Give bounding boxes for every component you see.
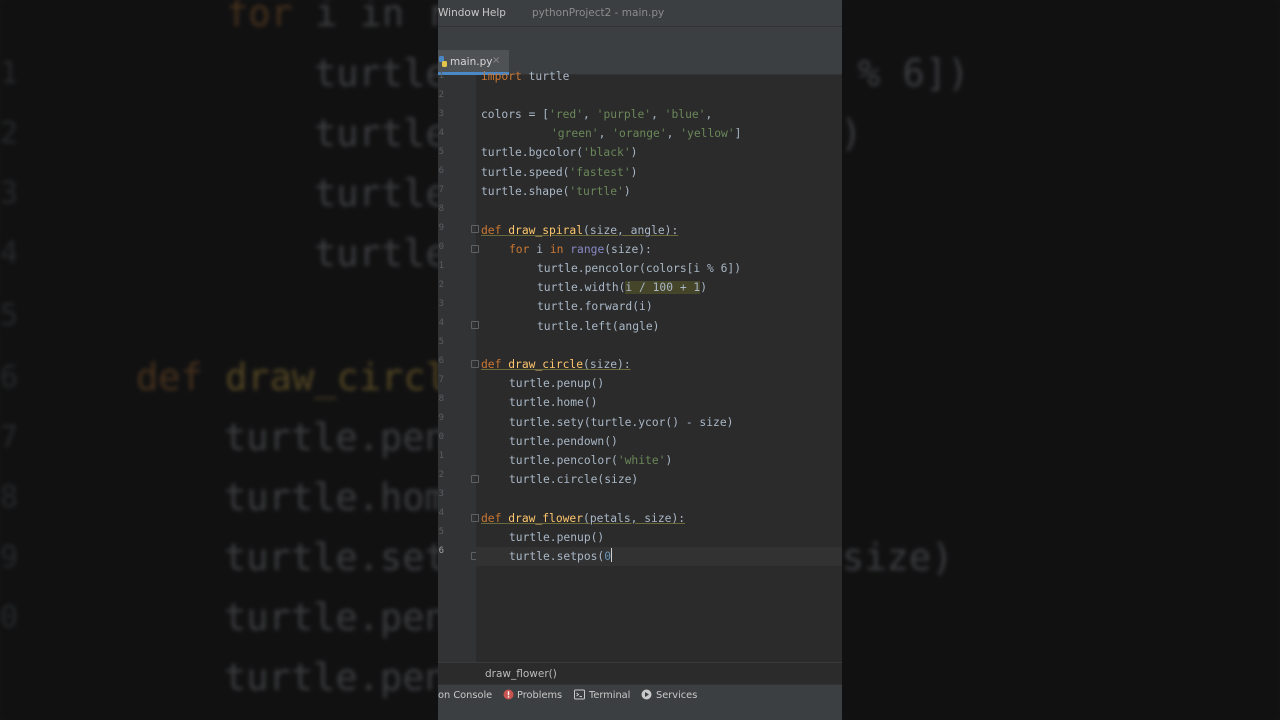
- code-line: turtle.pencolor('white'): [509, 454, 673, 467]
- code-line: colors = ['red', 'purple', 'blue',: [481, 108, 713, 121]
- code-line: turtle.penup(): [509, 377, 605, 390]
- code-line: import turtle: [481, 70, 570, 83]
- code-line: turtle.sety(turtle.ycor() - size): [509, 416, 734, 429]
- line-number: 9: [438, 413, 444, 423]
- line-number: 7: [438, 185, 444, 195]
- tool-window-bar: on Console Problems Terminal Services: [438, 684, 842, 720]
- line-gutter: 1 2 3 4 5 6 7 8 9 0 1 2 3 4 5 6 7 8 9 0 …: [438, 71, 479, 662]
- line-number: 5: [438, 147, 444, 157]
- services-tab[interactable]: Services: [656, 690, 697, 701]
- code-line: def draw_circle(size):: [481, 358, 631, 371]
- breadcrumb[interactable]: draw_flower(): [438, 662, 842, 684]
- line-number: 3: [438, 489, 444, 499]
- line-number: 8: [438, 394, 444, 404]
- line-number: 2: [438, 470, 444, 480]
- line-number: 3: [438, 109, 444, 119]
- menu-window[interactable]: Window: [438, 7, 479, 19]
- code-line: turtle.width(i / 100 + 1): [537, 281, 708, 294]
- line-number: 4: [438, 508, 444, 518]
- fold-marker[interactable]: [471, 475, 479, 483]
- code-line: turtle.left(angle): [537, 320, 660, 333]
- line-number: 0: [438, 242, 444, 252]
- code-editor[interactable]: 1 2 3 4 5 6 7 8 9 0 1 2 3 4 5 6 7 8 9 0 …: [438, 70, 842, 662]
- line-number: 5: [438, 527, 444, 537]
- terminal-icon: [574, 689, 585, 700]
- line-number: 0: [438, 432, 444, 442]
- code-line: turtle.pendown(): [509, 435, 618, 448]
- line-number: 8: [438, 204, 444, 214]
- menu-bar: Window Help pythonProject2 - main.py: [438, 0, 842, 26]
- python-file-icon: [439, 56, 447, 67]
- line-number: 1: [438, 451, 444, 461]
- line-number: 4: [438, 128, 444, 138]
- code-line-current: turtle.setpos(0: [509, 548, 613, 563]
- menu-help[interactable]: Help: [482, 7, 506, 19]
- fold-marker[interactable]: [471, 321, 479, 329]
- tab-close-icon[interactable]: ×: [492, 55, 500, 66]
- code-line: turtle.speed('fastest'): [481, 166, 638, 179]
- line-number: 2: [438, 280, 444, 290]
- code-line: def draw_flower(petals, size):: [481, 512, 686, 525]
- terminal-tab[interactable]: Terminal: [589, 690, 630, 701]
- ide-window: Window Help pythonProject2 - main.py mai…: [438, 0, 842, 720]
- code-line: def draw_spiral(size, angle):: [481, 224, 679, 237]
- line-number: 4: [438, 318, 444, 328]
- python-console-tab[interactable]: on Console: [438, 690, 492, 701]
- code-line: 'green', 'orange', 'yellow']: [551, 127, 742, 140]
- window-title: pythonProject2 - main.py: [532, 7, 665, 19]
- code-line: turtle.bgcolor('black'): [481, 146, 638, 159]
- services-icon: [641, 689, 652, 700]
- code-line: turtle.pencolor(colors[i % 6]): [537, 262, 742, 275]
- code-line: turtle.forward(i): [537, 300, 653, 313]
- fold-marker[interactable]: [471, 360, 479, 368]
- fold-marker[interactable]: [471, 245, 479, 253]
- text-caret: [611, 548, 613, 562]
- code-line: for i in range(size):: [509, 243, 652, 256]
- line-number: 5: [438, 337, 444, 347]
- navigation-toolbar: [438, 26, 842, 50]
- line-number: 1: [438, 261, 444, 271]
- code-line: turtle.shape('turtle'): [481, 185, 631, 198]
- code-line: turtle.circle(size): [509, 473, 639, 486]
- fold-marker[interactable]: [471, 514, 479, 522]
- line-number: 6: [438, 166, 444, 176]
- line-number-current: 6: [438, 546, 444, 556]
- code-line: turtle.penup(): [509, 531, 605, 544]
- breadcrumb-item[interactable]: draw_flower(): [485, 668, 557, 680]
- error-icon: [503, 689, 514, 700]
- line-number: 3: [438, 299, 444, 309]
- line-number: 9: [438, 223, 444, 233]
- fold-marker[interactable]: [471, 225, 479, 233]
- line-number: 7: [438, 375, 444, 385]
- line-number: 1: [438, 71, 444, 81]
- line-number: 2: [438, 90, 444, 100]
- code-line: turtle.home(): [509, 396, 598, 409]
- line-number: 6: [438, 356, 444, 366]
- problems-tab[interactable]: Problems: [517, 690, 562, 701]
